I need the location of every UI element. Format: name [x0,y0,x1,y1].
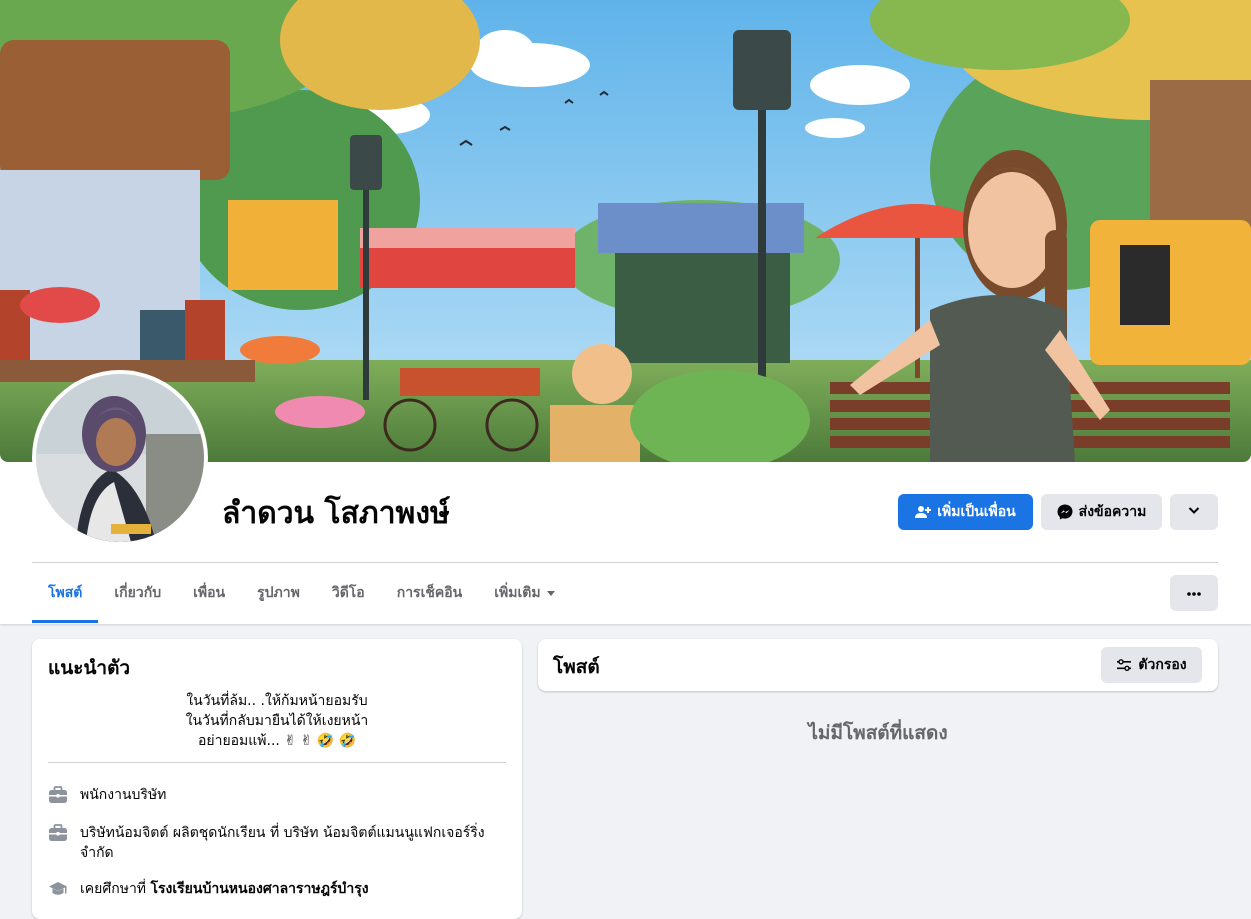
bio-line: อย่ายอมแพ้... ✌ ✌ 🤣 🤣 [197,733,357,749]
intro-title: แนะนำตัว [48,657,131,679]
sliders-icon [1116,657,1132,673]
tab-videos[interactable]: วิดีโอ [316,563,381,623]
tab-posts[interactable]: โพสต์ [32,563,99,623]
filter-label: ตัวกรอง [1138,657,1187,673]
avatar [36,374,204,542]
education-school-link[interactable]: โรงเรียนบ้านหนองศาลาราษฎร์บำรุง [151,881,369,897]
caret-down-icon [546,590,555,596]
more-options-button[interactable] [1170,575,1218,611]
graduation-cap-icon [48,879,68,899]
workplace: บริษัทน้อมจิตต์ ผลิตชุดนักเรียน ที่ บริษ… [80,825,485,861]
filter-button[interactable]: ตัวกรอง [1101,647,1202,683]
ellipsis-icon [1186,585,1202,601]
tab-more-label: เพิ่มเติม [494,585,541,601]
message-label: ส่งข้อความ [1078,504,1147,520]
posts-title: โพสต์ [553,656,600,678]
posts-header-card: โพสต์ ตัวกรอง [538,639,1218,691]
tab-more[interactable]: เพิ่มเติม [478,563,570,623]
intro-divider [48,762,506,763]
profile-tabs: โพสต์ เกี่ยวกับ เพื่อน รูปภาพ วิดีโอ การ… [32,563,571,623]
messenger-icon [1057,504,1073,520]
tab-checkins[interactable]: การเช็คอิน [381,563,479,623]
intro-card: แนะนำตัว ในวันที่ล้ม.. .ให้ก้มหน้ายอมรับ… [32,639,522,919]
cover-photo[interactable] [0,0,1251,462]
bio-line: ในวันที่กลับมายืนได้ให้เงยหน้า [185,713,369,729]
info-row-education: เคยศึกษาที่ โรงเรียนบ้านหนองศาลาราษฎร์บำ… [48,879,506,899]
no-posts-message: ไม่มีโพสต์ที่แสดง [808,722,948,744]
message-button[interactable]: ส่งข้อความ [1041,494,1162,530]
profile-options-dropdown[interactable] [1170,494,1218,530]
profile-header: ลำดวน โสภาพงษ์ เพิ่มเป็นเพื่อน ส่งข้อควา… [0,0,1251,624]
profile-name: ลำดวน โสภาพงษ์ [222,496,450,531]
profile-picture[interactable] [32,370,208,546]
info-row-workplace: บริษัทน้อมจิตต์ ผลิตชุดนักเรียน ที่ บริษ… [48,823,506,863]
tab-about[interactable]: เกี่ยวกับ [98,563,177,623]
tab-photos[interactable]: รูปภาพ [241,563,316,623]
bio-line: ในวันที่ล้ม.. .ให้ก้มหน้ายอมรับ [186,693,368,709]
person-plus-icon [915,504,932,520]
briefcase-icon [48,823,68,843]
education-prefix: เคยศึกษาที่ [80,881,151,897]
bio: ในวันที่ล้ม.. .ให้ก้มหน้ายอมรับ ในวันที่… [48,691,506,751]
chevron-down-icon [1187,503,1201,521]
work-position: พนักงานบริษัท [80,787,167,803]
add-friend-button[interactable]: เพิ่มเป็นเพื่อน [898,494,1033,530]
briefcase-icon [48,785,68,805]
info-row-work: พนักงานบริษัท [48,785,506,805]
add-friend-label: เพิ่มเป็นเพื่อน [937,504,1016,520]
tab-friends[interactable]: เพื่อน [177,563,241,623]
education-text: เคยศึกษาที่ โรงเรียนบ้านหนองศาลาราษฎร์บำ… [80,879,369,899]
